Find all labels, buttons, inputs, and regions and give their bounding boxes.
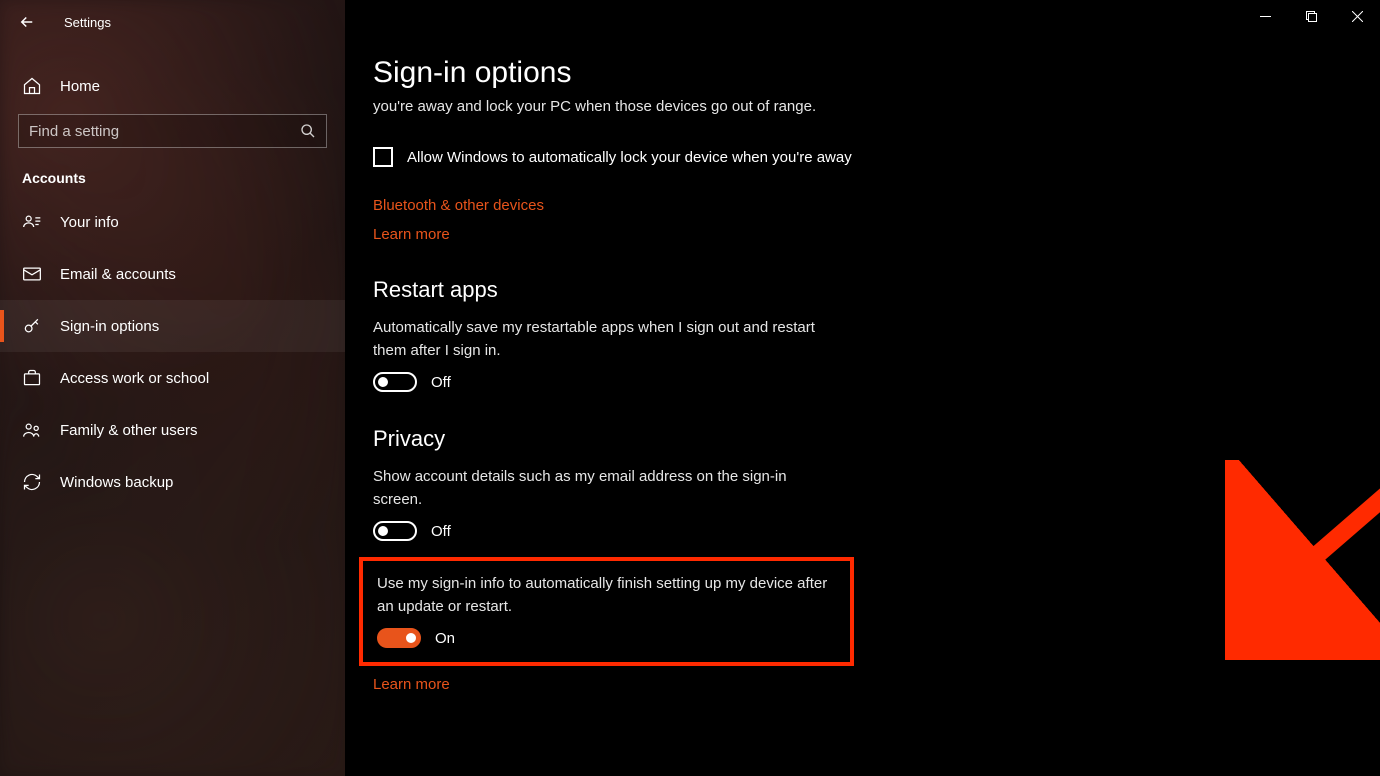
back-button[interactable] [18, 13, 36, 31]
bluetooth-link[interactable]: Bluetooth & other devices [373, 197, 544, 214]
maximize-icon [1306, 11, 1317, 22]
search-input[interactable] [29, 123, 300, 140]
toggle-label: Off [431, 523, 451, 540]
truncated-description: you're away and lock your PC when those … [373, 98, 1352, 115]
page-title: Sign-in options [373, 56, 1352, 90]
privacy-show-details-description: Show account details such as my email ad… [373, 466, 833, 511]
toggle-label: Off [431, 374, 451, 391]
annotation-highlight-box: Use my sign-in info to automatically fin… [359, 557, 854, 666]
checkbox-label: Allow Windows to automatically lock your… [407, 149, 852, 166]
privacy-signin-info-description: Use my sign-in info to automatically fin… [377, 573, 836, 618]
privacy-signin-info-toggle[interactable] [377, 628, 421, 648]
sidebar-item-your-info[interactable]: Your info [0, 196, 345, 248]
sidebar-item-label: Sign-in options [60, 318, 159, 335]
sidebar-item-email-accounts[interactable]: Email & accounts [0, 248, 345, 300]
sync-icon [22, 472, 42, 492]
minimize-button[interactable] [1242, 0, 1288, 32]
category-label: Accounts [0, 148, 345, 196]
sidebar-item-label: Your info [60, 214, 119, 231]
maximize-button[interactable] [1288, 0, 1334, 32]
search-icon [300, 123, 316, 139]
sidebar-item-label: Access work or school [60, 370, 209, 387]
privacy-show-details-toggle[interactable] [373, 521, 417, 541]
search-box[interactable] [18, 114, 327, 148]
briefcase-icon [22, 368, 42, 388]
window-controls [1242, 0, 1380, 32]
privacy-heading: Privacy [373, 426, 1352, 452]
main-content: Sign-in options you're away and lock you… [345, 0, 1380, 776]
privacy-signin-info-toggle-row: On [377, 628, 836, 648]
restart-apps-heading: Restart apps [373, 277, 1352, 303]
window-title: Settings [64, 15, 111, 30]
toggle-label: On [435, 630, 455, 647]
sidebar-item-label: Email & accounts [60, 266, 176, 283]
sidebar-item-access-work-school[interactable]: Access work or school [0, 352, 345, 404]
titlebar: Settings [0, 0, 345, 44]
mail-icon [22, 264, 42, 284]
sidebar-item-label: Family & other users [60, 422, 198, 439]
people-icon [22, 420, 42, 440]
sidebar: Settings Home Accounts Your info Email &… [0, 0, 345, 776]
sidebar-item-label: Windows backup [60, 474, 173, 491]
close-button[interactable] [1334, 0, 1380, 32]
close-icon [1352, 11, 1363, 22]
home-label: Home [60, 78, 100, 95]
privacy-show-details-toggle-row: Off [373, 521, 1352, 541]
learn-more-link[interactable]: Learn more [373, 676, 450, 693]
minimize-icon [1260, 11, 1271, 22]
dynamic-lock-checkbox-row: Allow Windows to automatically lock your… [373, 147, 1352, 167]
sidebar-item-family-other-users[interactable]: Family & other users [0, 404, 345, 456]
learn-more-link[interactable]: Learn more [373, 226, 450, 243]
restart-apps-toggle[interactable] [373, 372, 417, 392]
dynamic-lock-checkbox[interactable] [373, 147, 393, 167]
sidebar-item-windows-backup[interactable]: Windows backup [0, 456, 345, 508]
restart-apps-description: Automatically save my restartable apps w… [373, 317, 833, 362]
home-button[interactable]: Home [0, 58, 345, 108]
sidebar-item-sign-in-options[interactable]: Sign-in options [0, 300, 345, 352]
person-card-icon [22, 212, 42, 232]
home-icon [22, 76, 42, 96]
key-icon [22, 316, 42, 336]
arrow-left-icon [18, 13, 36, 31]
restart-apps-toggle-row: Off [373, 372, 1352, 392]
